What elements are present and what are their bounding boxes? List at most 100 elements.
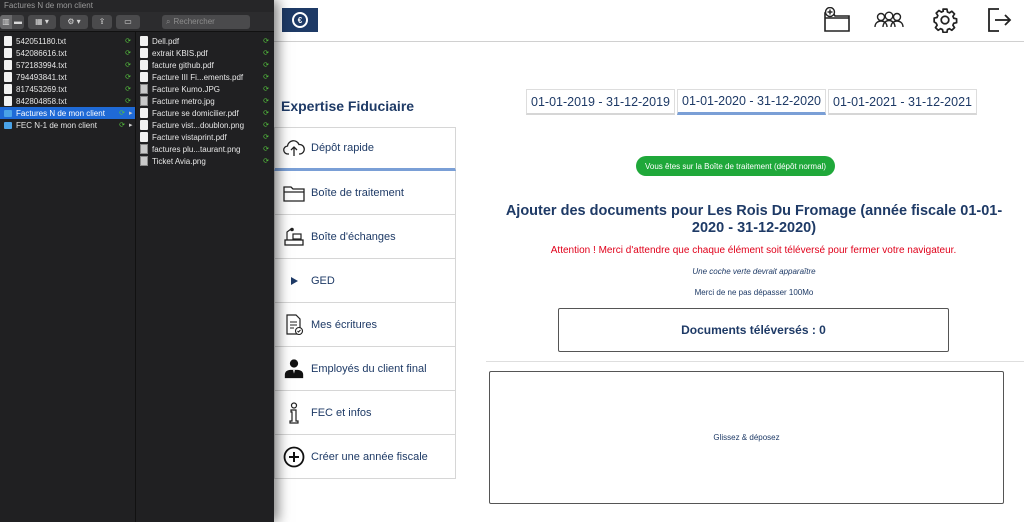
tab-year-2019[interactable]: 01-01-2019 - 31-12-2019: [526, 89, 675, 115]
group-menu[interactable]: ▦ ▾: [28, 14, 56, 29]
sync-status-icon: ⟳: [125, 74, 131, 81]
finder-col1-row[interactable]: Factures N de mon client ⟳ ▸: [0, 107, 135, 119]
finder-col2-row[interactable]: Facture metro.jpg ⟳: [136, 95, 273, 107]
document-icon: [4, 48, 12, 58]
sync-status-icon: ⟳: [125, 86, 131, 93]
hint-check: Une coche verte devrait apparaître: [692, 267, 816, 276]
finder-search-input[interactable]: ⌕ Rechercher: [162, 14, 250, 29]
file-name: 794493841.txt: [16, 72, 67, 82]
view-mode-group: ▥ ▬: [0, 14, 24, 29]
sync-status-icon: ⟳: [263, 50, 269, 57]
finder-col2-row[interactable]: Facture III Fi...ements.pdf ⟳: [136, 71, 273, 83]
file-name: 817453269.txt: [16, 84, 67, 94]
sync-status-icon: ⟳: [125, 50, 131, 57]
group-by-icon[interactable]: ▦ ▾: [28, 15, 56, 29]
logout-icon[interactable]: [982, 4, 1016, 36]
document-check-icon: [283, 313, 305, 336]
employees-icon: [283, 358, 305, 380]
share-icon[interactable]: ⇪: [92, 15, 112, 29]
finder-col1-row[interactable]: 842804858.txt ⟳: [0, 95, 135, 107]
document-icon: [140, 120, 148, 130]
sync-status-icon: ⟳: [119, 122, 125, 129]
action-gear-icon[interactable]: ⚙ ▾: [60, 15, 88, 29]
finder-col2-row[interactable]: Facture Kumo.JPG ⟳: [136, 83, 273, 95]
tab-year-2021[interactable]: 01-01-2021 - 31-12-2021: [828, 89, 977, 115]
file-name: Facture se domicilier.pdf: [152, 108, 239, 118]
file-name: Facture III Fi...ements.pdf: [152, 72, 244, 82]
sidebar-item-fec-infos[interactable]: FEC et infos: [274, 391, 456, 435]
finder-col1-row[interactable]: 542086616.txt ⟳: [0, 47, 135, 59]
sidebar-item-mes-ecritures[interactable]: Mes écritures: [274, 303, 456, 347]
document-icon: [140, 132, 148, 142]
add-folder-icon[interactable]: [820, 4, 854, 36]
sidebar-item-employes[interactable]: Employés du client final: [274, 347, 456, 391]
file-name: 842804858.txt: [16, 96, 67, 106]
sidebar-item-label: Créer une année fiscale: [311, 450, 428, 463]
file-name: 542086616.txt: [16, 48, 67, 58]
file-name: Facture vistaprint.pdf: [152, 132, 227, 142]
finder-col2-row[interactable]: facture github.pdf ⟳: [136, 59, 273, 71]
sidebar-item-ged[interactable]: GED: [274, 259, 456, 303]
tag-icon[interactable]: ▭: [116, 15, 140, 29]
sync-status-icon: ⟳: [119, 110, 125, 117]
sync-status-icon: ⟳: [263, 146, 269, 153]
file-name: Factures N de mon client: [16, 108, 105, 118]
file-name: 572183994.txt: [16, 60, 67, 70]
sidebar-item-creer-annee[interactable]: Créer une année fiscale: [274, 435, 456, 479]
sidebar-item-label: FEC et infos: [311, 406, 372, 419]
document-icon: [4, 60, 12, 70]
document-icon: [4, 36, 12, 46]
finder-col1-row[interactable]: 572183994.txt ⟳: [0, 59, 135, 71]
finder-col2-row[interactable]: Dell.pdf ⟳: [136, 35, 273, 47]
finder-col2-row[interactable]: Facture vistaprint.pdf ⟳: [136, 131, 273, 143]
uploaded-count-label: Documents téléversés : 0: [681, 323, 826, 337]
image-file-icon: [140, 96, 148, 106]
gear-icon[interactable]: [928, 4, 962, 36]
document-icon: [140, 108, 148, 118]
finder-col2-row[interactable]: Facture se domicilier.pdf ⟳: [136, 107, 273, 119]
finder-col1-row[interactable]: 794493841.txt ⟳: [0, 71, 135, 83]
play-icon: [283, 270, 305, 292]
sidebar-item-boite-echanges[interactable]: Boîte d'échanges: [274, 215, 456, 259]
brand-title: Expertise Fiduciaire: [281, 98, 415, 114]
file-name: Facture metro.jpg: [152, 96, 215, 106]
image-file-icon: [140, 144, 148, 154]
sidebar-item-boite-traitement[interactable]: Boîte de traitement: [274, 171, 456, 215]
share-button[interactable]: ⇪: [92, 14, 112, 29]
file-name: extrait KBIS.pdf: [152, 48, 208, 58]
app-logo[interactable]: €: [282, 8, 318, 32]
tags-button[interactable]: ▭: [116, 14, 140, 29]
document-icon: [140, 48, 148, 58]
sync-status-icon: ⟳: [125, 38, 131, 45]
finder-toolbar: ▥ ▬ ▦ ▾ ⚙ ▾ ⇪ ▭ ⌕ Rechercher: [0, 12, 274, 32]
sync-status-icon: ⟳: [263, 86, 269, 93]
document-icon: [140, 72, 148, 82]
image-file-icon: [140, 84, 148, 94]
finder-col1-row[interactable]: 542051180.txt ⟳: [0, 35, 135, 47]
sidebar-item-label: Employés du client final: [311, 362, 427, 375]
sync-status-icon: ⟳: [263, 158, 269, 165]
users-icon[interactable]: [872, 4, 906, 36]
column-view-icon[interactable]: ▥: [0, 14, 12, 29]
drop-zone[interactable]: Glissez & déposez: [489, 371, 1004, 504]
finder-col1-row[interactable]: 817453269.txt ⟳: [0, 83, 135, 95]
sync-status-icon: ⟳: [263, 134, 269, 141]
cloud-upload-icon: [283, 137, 305, 159]
finder-title: Factures N de mon client: [0, 0, 274, 12]
finder-col2-row[interactable]: extrait KBIS.pdf ⟳: [136, 47, 273, 59]
finder-col2-row[interactable]: Ticket Avia.png ⟳: [136, 155, 273, 167]
fiscal-year-tabs: 01-01-2019 - 31-12-2019 01-01-2020 - 31-…: [526, 89, 977, 115]
finder-col2-row[interactable]: Facture vist...doublon.png ⟳: [136, 119, 273, 131]
tab-year-2020[interactable]: 01-01-2020 - 31-12-2020: [677, 89, 826, 115]
sidebar-item-label: Boîte d'échanges: [311, 230, 396, 243]
finder-col2-row[interactable]: factures plu...taurant.png ⟳: [136, 143, 273, 155]
finder-col1-row[interactable]: FEC N-1 de mon client ⟳ ▸: [0, 119, 135, 131]
file-name: Ticket Avia.png: [152, 156, 206, 166]
plus-circle-icon: [283, 446, 305, 468]
sync-status-icon: ⟳: [263, 122, 269, 129]
sidebar-item-depot-rapide[interactable]: Dépôt rapide: [274, 127, 456, 171]
gallery-view-icon[interactable]: ▬: [12, 15, 24, 29]
sidebar-item-label: GED: [311, 274, 335, 287]
action-menu[interactable]: ⚙ ▾: [60, 14, 88, 29]
document-icon: [4, 84, 12, 94]
